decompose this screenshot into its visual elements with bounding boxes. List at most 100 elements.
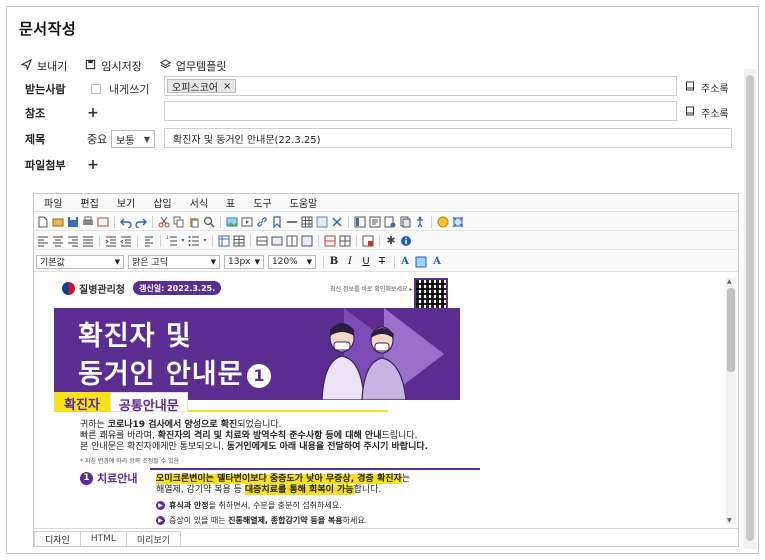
row-insert-icon[interactable]	[255, 234, 269, 248]
align-right-icon[interactable]	[66, 234, 80, 248]
attachment-add-button[interactable]: +	[87, 157, 99, 173]
table-insert-icon[interactable]	[217, 234, 231, 248]
form-icon[interactable]	[383, 215, 397, 229]
text-style-icon[interactable]: A	[430, 255, 444, 269]
strikethrough-button[interactable]: T	[375, 255, 389, 269]
layout-icon[interactable]	[353, 215, 367, 229]
bullet-list-icon[interactable]	[187, 234, 201, 248]
cell-properties-icon[interactable]	[361, 234, 375, 248]
print-icon[interactable]	[81, 215, 95, 229]
tab-design[interactable]: 디자인	[34, 531, 81, 546]
save-draft-button[interactable]: 임시저장	[85, 58, 142, 74]
menu-table[interactable]: 표	[226, 195, 235, 210]
menu-edit[interactable]: 편집	[80, 195, 98, 210]
background-color-icon[interactable]	[414, 255, 428, 269]
content-scrollbar[interactable]: ▲ ▼	[726, 278, 736, 524]
new-document-icon[interactable]	[36, 215, 50, 229]
bold-button[interactable]: B	[327, 255, 341, 269]
align-center-icon[interactable]	[51, 234, 65, 248]
bookmark-icon[interactable]	[270, 215, 284, 229]
scroll-thumb[interactable]	[727, 288, 735, 372]
merge-cells-icon[interactable]	[323, 234, 337, 248]
chevron-down-icon[interactable]: ▾	[202, 234, 208, 248]
text-direction-icon[interactable]	[142, 234, 156, 248]
menu-file[interactable]: 파일	[44, 195, 62, 210]
column-insert-icon[interactable]	[285, 234, 299, 248]
chevron-down-icon[interactable]: ▾	[180, 234, 186, 248]
font-size-select[interactable]: 13px ▼	[224, 254, 264, 269]
outdent-icon[interactable]	[119, 234, 133, 248]
book-icon	[685, 106, 695, 119]
bullet-item: ▶ 증상이 있을 때는 진통해열제, 종합감기약 등을 복용하세요.	[156, 515, 367, 526]
paragraph-style-value: 기본값	[40, 258, 65, 268]
numbered-list-icon[interactable]: 1	[165, 234, 179, 248]
recipient-address-book-button[interactable]: 주소록	[685, 80, 729, 95]
editor-content[interactable]: 질병관리청 갱신일: 2022.3.25. 최신 정보를 바로 확인해보세요 ▸	[34, 274, 738, 528]
svg-text:1: 1	[166, 235, 169, 240]
indent-icon[interactable]	[104, 234, 118, 248]
emoticon-icon[interactable]	[436, 215, 450, 229]
link-icon[interactable]	[255, 215, 269, 229]
font-color-icon[interactable]: A	[398, 255, 412, 269]
page-scrollbar[interactable]	[744, 69, 756, 549]
sec2-post: 합니다.	[353, 485, 382, 495]
page-scroll-thumb[interactable]	[746, 75, 754, 541]
self-send-checkbox[interactable]	[91, 84, 101, 94]
menu-insert[interactable]: 삽입	[153, 195, 171, 210]
menu-help[interactable]: 도움말	[290, 195, 318, 210]
zoom-select[interactable]: 120% ▼	[268, 254, 316, 269]
importance-label: 중요	[87, 133, 108, 146]
save-draft-label: 임시저장	[101, 60, 142, 73]
paragraph-style-select[interactable]: 기본값 ▼	[36, 254, 124, 269]
scroll-down-icon[interactable]: ▼	[727, 517, 732, 524]
preview-icon[interactable]	[96, 215, 110, 229]
subject-value: 확진자 및 동거인 안내문(22.3.25)	[173, 134, 321, 146]
fullscreen-icon[interactable]	[451, 215, 465, 229]
undo-icon[interactable]	[119, 215, 133, 229]
recipient-input[interactable]: 오피스코어 ×	[164, 76, 677, 96]
template-button[interactable]: 업무템플릿	[159, 58, 226, 74]
special-char-icon[interactable]	[315, 215, 329, 229]
info-icon[interactable]	[399, 234, 413, 248]
column-delete-icon[interactable]	[300, 234, 314, 248]
cut-icon[interactable]	[157, 215, 171, 229]
cc-add-button[interactable]: +	[87, 105, 99, 121]
subject-input[interactable]: 확진자 및 동거인 안내문(22.3.25)	[164, 128, 732, 148]
template-icon[interactable]	[368, 215, 382, 229]
align-justify-icon[interactable]	[81, 234, 95, 248]
row-delete-icon[interactable]	[270, 234, 284, 248]
paste-icon[interactable]	[187, 215, 201, 229]
cc-input[interactable]	[164, 101, 677, 121]
align-left-icon[interactable]	[36, 234, 50, 248]
save-icon[interactable]	[66, 215, 80, 229]
table-properties-icon[interactable]	[232, 234, 246, 248]
menu-format[interactable]: 서식	[190, 195, 208, 210]
table-icon[interactable]	[300, 215, 314, 229]
redo-icon[interactable]	[134, 215, 148, 229]
settings-icon[interactable]: ✱	[384, 234, 398, 248]
accessibility-icon[interactable]	[413, 215, 427, 229]
open-folder-icon[interactable]	[51, 215, 65, 229]
horizontal-rule-icon[interactable]	[285, 215, 299, 229]
tab-html[interactable]: HTML	[79, 531, 127, 546]
chip-remove-icon[interactable]: ×	[223, 81, 231, 92]
underline-button[interactable]: U	[359, 255, 373, 269]
recipient-chip[interactable]: 오피스코어 ×	[167, 79, 237, 94]
remove-format-icon[interactable]	[330, 215, 344, 229]
split-cells-icon[interactable]	[338, 234, 352, 248]
importance-select[interactable]: 보통 ▼	[111, 130, 155, 148]
cc-address-book-button[interactable]: 주소록	[685, 105, 729, 120]
insert-image-icon[interactable]	[225, 215, 239, 229]
find-icon[interactable]	[202, 215, 216, 229]
font-family-select[interactable]: 맑은 고딕 ▼	[128, 254, 220, 269]
scroll-up-icon[interactable]: ▲	[727, 278, 732, 285]
send-button[interactable]: 보내기	[20, 58, 67, 74]
tab-preview[interactable]: 미리보기	[125, 531, 182, 546]
italic-button[interactable]: I	[343, 255, 357, 269]
menu-view[interactable]: 보기	[117, 195, 135, 210]
insert-media-icon[interactable]	[240, 215, 254, 229]
menu-tools[interactable]: 도구	[253, 195, 271, 210]
spellcheck-icon[interactable]	[398, 215, 412, 229]
copy-icon[interactable]	[172, 215, 186, 229]
editor-toolbar-1	[34, 213, 738, 231]
